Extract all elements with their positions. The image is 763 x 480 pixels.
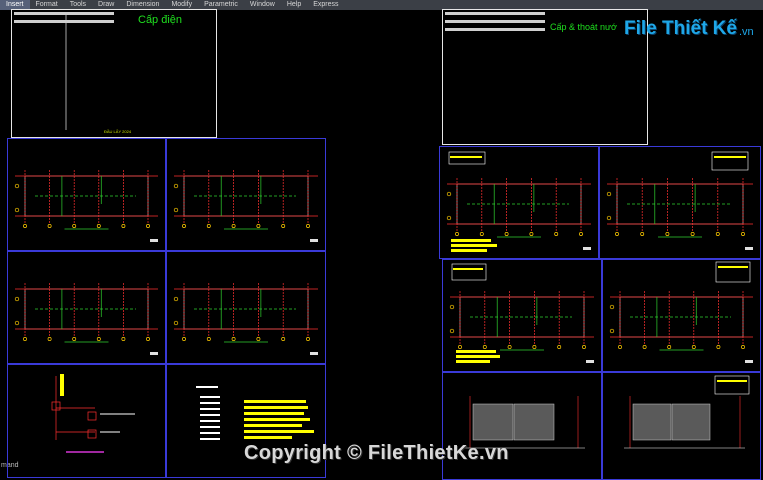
copyright-watermark: Copyright © FileThietKe.vn bbox=[244, 442, 509, 464]
site-logo: File Thiết Kế .vn bbox=[624, 14, 754, 44]
logo-suffix: .vn bbox=[738, 26, 754, 38]
logo-text: File Thiết Kế bbox=[624, 18, 737, 39]
cad-drawing-canvas bbox=[14, 12, 753, 453]
